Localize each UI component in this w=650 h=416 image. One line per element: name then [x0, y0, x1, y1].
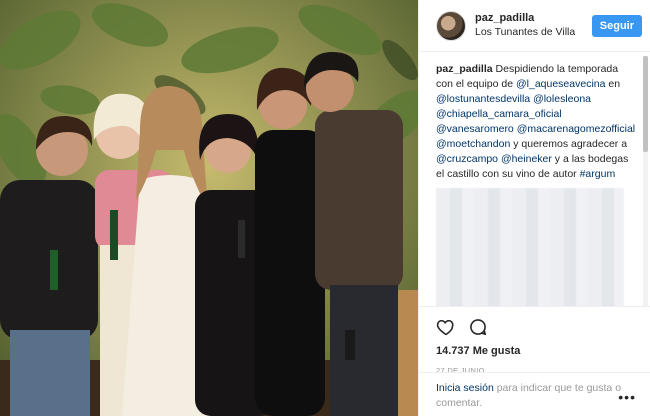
avatar[interactable]: [436, 10, 466, 41]
mention-link[interactable]: @moetchandon: [436, 138, 510, 150]
mention-link[interactable]: @cruzcampo: [436, 153, 498, 165]
header-text: paz_padilla Los Tunantes de Villa: [475, 12, 592, 39]
login-link[interactable]: Inicia sesión: [436, 382, 494, 394]
caption-username[interactable]: paz_padilla: [436, 63, 493, 75]
follow-button[interactable]: Seguir: [591, 14, 642, 37]
caption: paz_padilla Despidiendo la temporada con…: [436, 62, 636, 182]
mention-link[interactable]: @vanesaromero: [436, 123, 514, 135]
heart-icon[interactable]: [436, 317, 456, 337]
mention-link[interactable]: @heineker: [501, 153, 552, 165]
login-prompt: Inicia sesión para indicar que te gusta …: [419, 372, 650, 411]
blurred-comments: [436, 188, 624, 306]
post-header: paz_padilla Los Tunantes de Villa Seguir: [419, 0, 650, 52]
mention-link[interactable]: @lolesleona: [533, 93, 591, 105]
action-icons: [436, 316, 633, 338]
hashtag-link[interactable]: #argum: [580, 168, 616, 180]
username-link[interactable]: paz_padilla: [475, 12, 592, 26]
mention-link[interactable]: @l_aqueseavecina: [516, 78, 605, 90]
location-link[interactable]: Los Tunantes de Villa: [475, 26, 592, 39]
comment-icon[interactable]: [468, 317, 488, 337]
mention-link[interactable]: @chiapella_camara_oficial: [436, 108, 562, 120]
more-options-icon[interactable]: •••: [618, 390, 636, 405]
post-sidebar: paz_padilla Los Tunantes de Villa Seguir…: [418, 0, 650, 416]
photo-illustration: [0, 0, 418, 416]
post-actions: 14.737 Me gusta 27 DE JUNIO: [419, 306, 650, 375]
mention-link[interactable]: @macarenagomezofficial: [517, 123, 635, 135]
caption-text: en: [608, 78, 621, 90]
caption-area: paz_padilla Despidiendo la temporada con…: [419, 52, 650, 306]
likes-count[interactable]: 14.737 Me gusta: [436, 345, 633, 357]
caption-text: y queremos agradecer a: [513, 138, 628, 150]
comments-scroll-thumb[interactable]: [643, 56, 648, 152]
post-photo[interactable]: [0, 0, 418, 416]
mention-link[interactable]: @lostunantesdevilla: [436, 93, 530, 105]
